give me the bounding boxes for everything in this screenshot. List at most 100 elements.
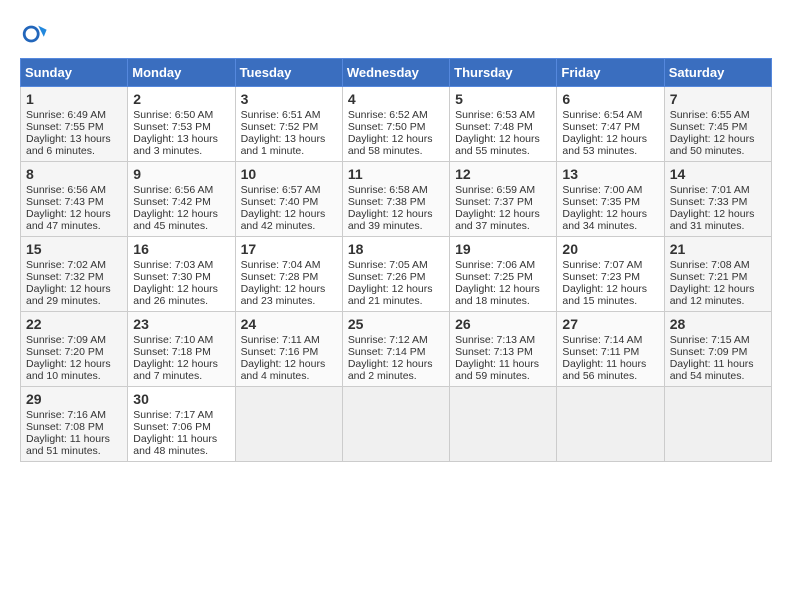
sunrise: Sunrise: 7:03 AM — [133, 259, 213, 271]
sunrise: Sunrise: 6:58 AM — [348, 184, 428, 196]
calendar-cell: 1Sunrise: 6:49 AMSunset: 7:55 PMDaylight… — [21, 87, 128, 162]
day-number: 9 — [133, 166, 229, 182]
day-number: 14 — [670, 166, 766, 182]
day-number: 4 — [348, 91, 444, 107]
calendar-cell: 5Sunrise: 6:53 AMSunset: 7:48 PMDaylight… — [450, 87, 557, 162]
sunset: Sunset: 7:32 PM — [26, 271, 104, 283]
sunrise: Sunrise: 7:09 AM — [26, 334, 106, 346]
daylight: Daylight: 12 hours and 10 minutes. — [26, 358, 111, 382]
calendar-row: 1Sunrise: 6:49 AMSunset: 7:55 PMDaylight… — [21, 87, 772, 162]
daylight: Daylight: 13 hours and 1 minute. — [241, 133, 326, 157]
daylight: Daylight: 11 hours and 54 minutes. — [670, 358, 754, 382]
sunrise: Sunrise: 7:16 AM — [26, 409, 106, 421]
calendar-row: 29Sunrise: 7:16 AMSunset: 7:08 PMDayligh… — [21, 387, 772, 462]
day-number: 2 — [133, 91, 229, 107]
daylight: Daylight: 12 hours and 37 minutes. — [455, 208, 540, 232]
daylight: Daylight: 12 hours and 29 minutes. — [26, 283, 111, 307]
calendar-cell: 18Sunrise: 7:05 AMSunset: 7:26 PMDayligh… — [342, 237, 449, 312]
sunrise: Sunrise: 7:17 AM — [133, 409, 213, 421]
day-number: 8 — [26, 166, 122, 182]
daylight: Daylight: 12 hours and 50 minutes. — [670, 133, 755, 157]
sunrise: Sunrise: 6:57 AM — [241, 184, 321, 196]
day-number: 10 — [241, 166, 337, 182]
sunrise: Sunrise: 6:52 AM — [348, 109, 428, 121]
daylight: Daylight: 12 hours and 26 minutes. — [133, 283, 218, 307]
page-header — [20, 20, 772, 48]
sunset: Sunset: 7:11 PM — [562, 346, 639, 358]
sunset: Sunset: 7:21 PM — [670, 271, 748, 283]
calendar-cell: 22 Sunrise: 7:09 AMSunset: 7:20 PMDayligh… — [21, 312, 128, 387]
daylight: Daylight: 12 hours and 45 minutes. — [133, 208, 218, 232]
sunset: Sunset: 7:45 PM — [670, 121, 748, 133]
calendar-cell: 14Sunrise: 7:01 AMSunset: 7:33 PMDayligh… — [664, 162, 771, 237]
day-number: 19 — [455, 241, 551, 257]
calendar-cell: 29Sunrise: 7:16 AMSunset: 7:08 PMDayligh… — [21, 387, 128, 462]
header-row: Sunday Monday Tuesday Wednesday Thursday… — [21, 59, 772, 87]
sunset: Sunset: 7:20 PM — [26, 346, 104, 358]
sunset: Sunset: 7:16 PM — [241, 346, 319, 358]
sunrise: Sunrise: 7:12 AM — [348, 334, 428, 346]
day-number: 7 — [670, 91, 766, 107]
sunset: Sunset: 7:30 PM — [133, 271, 211, 283]
day-number: 11 — [348, 166, 444, 182]
sunset: Sunset: 7:50 PM — [348, 121, 426, 133]
col-saturday: Saturday — [664, 59, 771, 87]
calendar-cell: 27Sunrise: 7:14 AMSunset: 7:11 PMDayligh… — [557, 312, 664, 387]
calendar-cell: 30Sunrise: 7:17 AMSunset: 7:06 PMDayligh… — [128, 387, 235, 462]
sunset: Sunset: 7:13 PM — [455, 346, 533, 358]
daylight: Daylight: 12 hours and 18 minutes. — [455, 283, 540, 307]
daylight: Daylight: 12 hours and 34 minutes. — [562, 208, 647, 232]
day-number: 21 — [670, 241, 766, 257]
sunset: Sunset: 7:48 PM — [455, 121, 533, 133]
sunset: Sunset: 7:42 PM — [133, 196, 211, 208]
sunrise: Sunrise: 6:51 AM — [241, 109, 321, 121]
day-number: 27 — [562, 316, 658, 332]
sunset: Sunset: 7:43 PM — [26, 196, 104, 208]
daylight: Daylight: 12 hours and 4 minutes. — [241, 358, 326, 382]
sunset: Sunset: 7:28 PM — [241, 271, 319, 283]
sunset: Sunset: 7:14 PM — [348, 346, 426, 358]
daylight: Daylight: 12 hours and 21 minutes. — [348, 283, 433, 307]
day-number: 1 — [26, 91, 122, 107]
sunset: Sunset: 7:55 PM — [26, 121, 104, 133]
daylight: Daylight: 12 hours and 55 minutes. — [455, 133, 540, 157]
sunset: Sunset: 7:52 PM — [241, 121, 319, 133]
sunset: Sunset: 7:35 PM — [562, 196, 640, 208]
calendar-row: 8 Sunrise: 6:56 AM Sunset: 7:43 PM Daylight… — [21, 162, 772, 237]
sunset: Sunset: 7:18 PM — [133, 346, 211, 358]
sunrise: Sunrise: 7:07 AM — [562, 259, 642, 271]
calendar-cell: 7Sunrise: 6:55 AMSunset: 7:45 PMDaylight… — [664, 87, 771, 162]
daylight: Daylight: 11 hours and 48 minutes. — [133, 433, 217, 457]
daylight: Daylight: 12 hours and 53 minutes. — [562, 133, 647, 157]
calendar-cell: 6Sunrise: 6:54 AMSunset: 7:47 PMDaylight… — [557, 87, 664, 162]
day-number: 30 — [133, 391, 229, 407]
day-number: 3 — [241, 91, 337, 107]
day-number: 22 — [26, 316, 122, 332]
daylight: Daylight: 12 hours and 15 minutes. — [562, 283, 647, 307]
calendar-cell: 16Sunrise: 7:03 AMSunset: 7:30 PMDayligh… — [128, 237, 235, 312]
day-number: 15 — [26, 241, 122, 257]
day-number: 29 — [26, 391, 122, 407]
day-number: 24 — [241, 316, 337, 332]
calendar-cell: 20Sunrise: 7:07 AMSunset: 7:23 PMDayligh… — [557, 237, 664, 312]
day-number: 13 — [562, 166, 658, 182]
calendar-table: Sunday Monday Tuesday Wednesday Thursday… — [20, 58, 772, 462]
calendar-cell: 2Sunrise: 6:50 AMSunset: 7:53 PMDaylight… — [128, 87, 235, 162]
sunset: Sunset: 7:38 PM — [348, 196, 426, 208]
calendar-cell: 17Sunrise: 7:04 AMSunset: 7:28 PMDayligh… — [235, 237, 342, 312]
daylight: Daylight: 12 hours and 39 minutes. — [348, 208, 433, 232]
day-number: 12 — [455, 166, 551, 182]
calendar-cell: 28Sunrise: 7:15 AMSunset: 7:09 PMDayligh… — [664, 312, 771, 387]
sunrise: Sunrise: 7:08 AM — [670, 259, 750, 271]
sunrise: Sunrise: 6:56 AM — [133, 184, 213, 196]
calendar-cell: 8Sunrise: 6:56 AMSunset: 7:43 PMDaylight… — [21, 162, 128, 237]
calendar-cell — [235, 387, 342, 462]
calendar-cell — [664, 387, 771, 462]
calendar-cell: 19Sunrise: 7:06 AMSunset: 7:25 PMDayligh… — [450, 237, 557, 312]
day-number: 23 — [133, 316, 229, 332]
calendar-cell — [557, 387, 664, 462]
sunrise: Sunrise: 7:14 AM — [562, 334, 642, 346]
calendar-cell: 23Sunrise: 7:10 AMSunset: 7:18 PMDayligh… — [128, 312, 235, 387]
calendar-cell: 12Sunrise: 6:59 AMSunset: 7:37 PMDayligh… — [450, 162, 557, 237]
sunset: Sunset: 7:09 PM — [670, 346, 748, 358]
